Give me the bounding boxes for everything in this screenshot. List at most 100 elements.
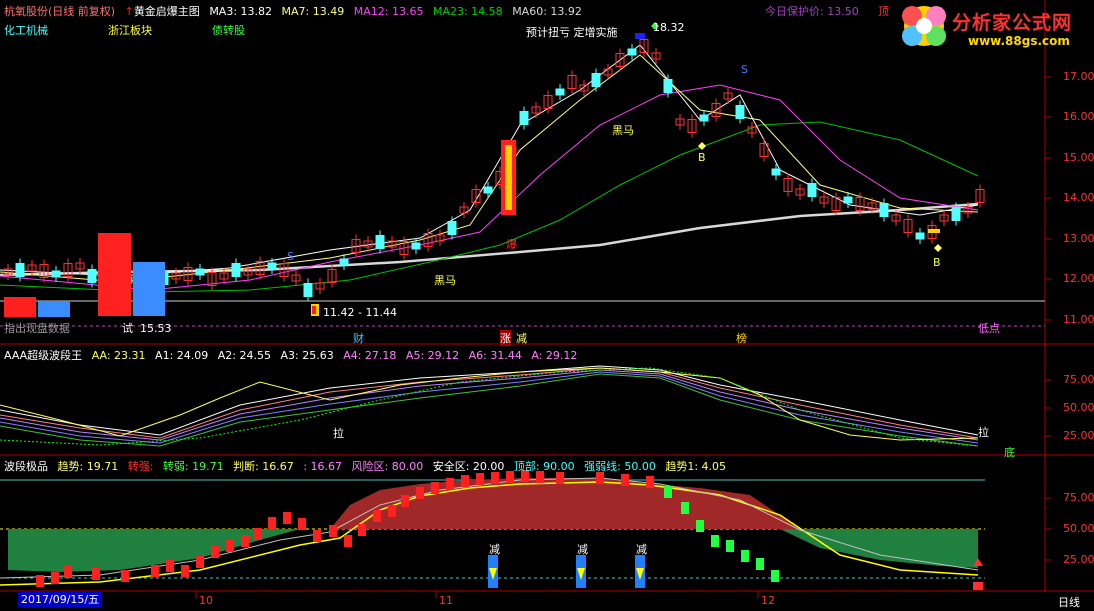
wave-bar bbox=[446, 478, 454, 490]
b-signal-label: B bbox=[698, 151, 706, 164]
period-button[interactable]: 日线 bbox=[1058, 594, 1080, 610]
safe-value: 安全区: 20.00 bbox=[432, 460, 505, 473]
bottom-label: 底 bbox=[1004, 446, 1015, 459]
wave-bar bbox=[388, 505, 396, 517]
panel3-title[interactable]: 波段极品 bbox=[4, 460, 48, 473]
wave-bar bbox=[476, 473, 484, 485]
panel2-title[interactable]: AAA超级波段王 bbox=[4, 349, 82, 362]
reduce-label: 减 bbox=[636, 543, 647, 556]
candlestick bbox=[231, 263, 241, 277]
y-tick: 17.00 bbox=[1063, 70, 1094, 83]
judge-value: 判断: 16.67 bbox=[233, 460, 294, 473]
wave-bar bbox=[36, 575, 44, 587]
wave-king-panel bbox=[0, 365, 979, 447]
y-tick: 16.00 bbox=[1063, 110, 1094, 123]
strong-value: 转强: bbox=[127, 460, 157, 473]
panel2-legend: AAA超级波段王 AA: 23.31 A1: 24.09 A2: 24.55 A… bbox=[4, 347, 583, 363]
stock-name[interactable]: 杭氧股份 bbox=[4, 5, 48, 18]
candlestick bbox=[735, 105, 745, 119]
candlestick bbox=[195, 268, 205, 276]
marker-bang: 榜 bbox=[736, 332, 747, 345]
candlestick bbox=[951, 207, 961, 221]
sector-2: 债转股 bbox=[212, 24, 245, 37]
y-tick: 12.00 bbox=[1063, 272, 1094, 285]
reduce-label: 减 bbox=[577, 543, 588, 556]
sector-0: 化工机械 bbox=[4, 24, 48, 37]
month-label: 12 bbox=[761, 594, 775, 607]
candlestick bbox=[879, 203, 889, 217]
trend-value: 趋势: 19.71 bbox=[57, 460, 119, 473]
wave-bar bbox=[696, 520, 704, 532]
wave-bar bbox=[711, 535, 719, 547]
candlestick bbox=[15, 263, 25, 277]
wave-bar bbox=[298, 518, 306, 530]
sector-1: 浙江板块 bbox=[108, 24, 152, 37]
wave-bar bbox=[51, 572, 59, 584]
p2-y-tick: 50.00 bbox=[1063, 401, 1094, 414]
ma60-value: MA60: 13.92 bbox=[512, 5, 582, 18]
weak-value: 转弱: 19.71 bbox=[162, 460, 224, 473]
candlestick bbox=[267, 262, 277, 270]
wave-bar bbox=[268, 517, 276, 529]
y-tick: 11.00 bbox=[1063, 313, 1094, 326]
top-value: 顶部: 90.00 bbox=[513, 460, 575, 473]
left-bar-blue-small bbox=[38, 301, 70, 317]
dark-horse-label: 黑马 bbox=[612, 124, 634, 137]
wave-bar bbox=[64, 566, 72, 578]
candlestick bbox=[699, 114, 709, 122]
wave-bar bbox=[181, 565, 189, 577]
candlestick bbox=[303, 283, 313, 297]
s-signal-label: S bbox=[287, 250, 294, 263]
up-arrow-icon: ↑ bbox=[124, 5, 134, 18]
left-bar-red bbox=[98, 233, 131, 316]
wave-bar bbox=[283, 512, 291, 524]
wave-bar bbox=[196, 556, 204, 568]
wave-bar bbox=[741, 550, 749, 562]
wave-bar bbox=[771, 570, 779, 582]
ma12-value: MA12: 13.65 bbox=[353, 5, 424, 18]
candlestick bbox=[915, 232, 925, 240]
chart-canvas[interactable] bbox=[0, 0, 1094, 611]
candlestick bbox=[807, 183, 817, 197]
range-label: 11.42 - 11.44 bbox=[323, 306, 397, 319]
wave-bar bbox=[461, 475, 469, 487]
period-label[interactable]: (日线 前复权) bbox=[48, 5, 115, 18]
wave-bar bbox=[726, 540, 734, 552]
wave-bar bbox=[344, 535, 352, 547]
main-price-panel bbox=[0, 22, 1045, 327]
wave-bar bbox=[401, 495, 409, 507]
indicator-name[interactable]: 黄金启爆主图 bbox=[134, 5, 200, 18]
candlestick bbox=[51, 270, 61, 278]
aa-value: AA: 23.31 bbox=[91, 349, 146, 362]
wave-bar bbox=[756, 558, 764, 570]
month-label: 10 bbox=[199, 594, 213, 607]
info-text: 指出现盘数据 bbox=[4, 322, 70, 335]
high-price-label: 18.32 bbox=[653, 21, 685, 34]
candlestick bbox=[519, 111, 529, 125]
wave-bar bbox=[431, 482, 439, 494]
s-signal-label: S bbox=[741, 63, 748, 76]
strongweak-value: 强弱线: 50.00 bbox=[584, 460, 656, 473]
marker-cai: 财 bbox=[353, 332, 364, 345]
pull-label: 拉 bbox=[333, 427, 344, 440]
dark-horse-label: 黑马 bbox=[434, 274, 456, 287]
small-label: 试 bbox=[122, 322, 133, 335]
p3-y-tick: 50.00 bbox=[1063, 522, 1094, 535]
candlestick bbox=[87, 269, 97, 283]
candlestick bbox=[771, 168, 781, 176]
p2-y-tick: 25.00 bbox=[1063, 429, 1094, 442]
wave-bar bbox=[151, 565, 159, 577]
left-bar-blue bbox=[133, 262, 165, 316]
flower-logo-icon bbox=[902, 6, 946, 46]
wave-bar bbox=[226, 540, 234, 552]
candlestick bbox=[375, 235, 385, 249]
header-legend: 杭氧股份(日线 前复权) ↑黄金启爆主图 MA3: 13.82 MA7: 13.… bbox=[4, 3, 588, 19]
watermark-url: www.88gs.com bbox=[968, 34, 1070, 48]
wave-bar bbox=[211, 546, 219, 558]
burst-label: 爆 bbox=[506, 238, 517, 251]
a4-value: A4: 27.18 bbox=[343, 349, 397, 362]
candlestick bbox=[447, 221, 457, 235]
y-tick: 15.00 bbox=[1063, 151, 1094, 164]
low-point-label: 低点 bbox=[978, 322, 1000, 335]
a5-value: A5: 29.12 bbox=[405, 349, 460, 362]
